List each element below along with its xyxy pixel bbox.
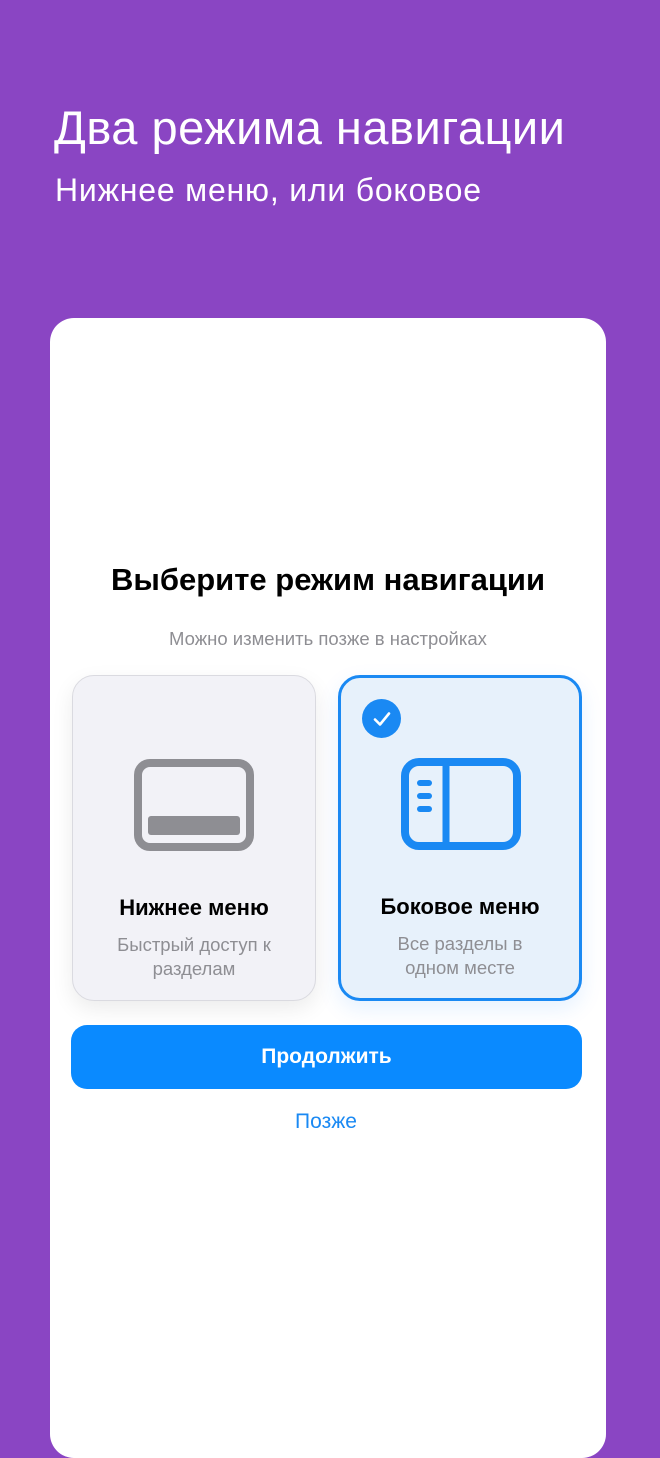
- sheet-title: Выберите режим навигации: [110, 562, 546, 597]
- checkmark-icon: [362, 699, 401, 738]
- continue-button[interactable]: Продолжить: [71, 1025, 582, 1089]
- option-description: Все разделы в одном месте: [397, 933, 523, 978]
- hero-title: Два режима навигации: [54, 101, 566, 154]
- option-side-menu[interactable]: Боковое меню Все разделы в одном месте: [338, 675, 582, 1001]
- side-menu-icon: [401, 758, 521, 850]
- later-link[interactable]: Позже: [226, 1110, 426, 1134]
- sheet-subtitle: Можно изменить позже в настройках: [169, 628, 487, 649]
- option-description: Быстрый доступ к разделам: [117, 934, 271, 979]
- option-label: Боковое меню: [380, 894, 540, 919]
- hero-subtitle: Нижнее меню, или боковое: [55, 172, 482, 208]
- bottom-menu-icon: [134, 759, 254, 851]
- option-label: Нижнее меню: [119, 895, 269, 920]
- option-bottom-menu[interactable]: Нижнее меню Быстрый доступ к разделам: [72, 675, 316, 1001]
